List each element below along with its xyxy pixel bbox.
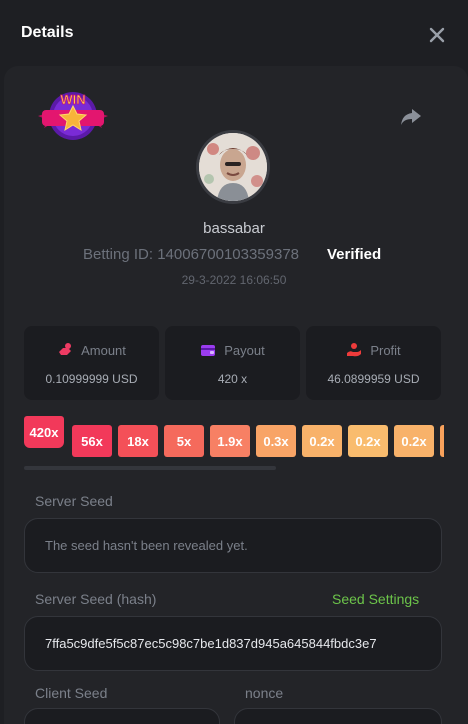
multiplier-chip: 0.2x [348,425,388,457]
multiplier-chip-partial [440,425,444,457]
payout-value: 420 x [217,372,248,386]
payout-label: Payout [224,342,265,358]
win-badge-text: WIN [60,92,85,107]
coin-hand-icon [59,343,72,355]
nonce-field[interactable] [234,708,442,724]
profit-value: 46.0899959 USD [327,372,420,386]
multiplier-scrollbar[interactable] [24,466,276,470]
amount-value: 0.10999999 USD [45,372,138,386]
betting-id: Betting ID: 14006700103359378 [83,246,300,263]
multiplier-chip: 5x [164,425,204,457]
multiplier-chip: 0.3x [256,425,296,457]
profit-label: Profit [370,342,401,358]
server-seed-hash-value[interactable]: 7ffa5c9dfe5f5c87ec5c98c7be1d837d945a6458… [45,617,377,670]
server-seed-label: Server Seed [35,493,113,509]
multiplier-chip: 0.2x [394,425,434,457]
nonce-label: nonce [245,685,284,701]
avatar-image [199,133,267,201]
modal-title: Details [21,24,74,41]
client-seed-field[interactable] [24,708,220,724]
multiplier-chip: 56x [72,425,112,457]
server-seed-value: The seed hasn't been revealed yet. [45,538,248,553]
username: bassabar [203,220,265,237]
bet-date: 29-3-2022 16:06:50 [181,273,287,287]
modal-header: Details [0,0,468,66]
amount-label: Amount [81,342,126,358]
hand-coin-icon [347,343,362,357]
details-modal: Details WIN bassabar Betting ID: 1400670… [0,0,468,724]
profit-stat: Profit 46.0899959 USD [306,326,441,400]
avatar-portrait-icon [199,133,267,201]
server-seed-hash-field[interactable]: 7ffa5c9dfe5f5c87ec5c98c7be1d837d945a6458… [24,616,442,671]
amount-stat: Amount 0.10999999 USD [24,326,159,400]
multiplier-chip: 1.9x [210,425,250,457]
multiplier-chip: 420x [24,416,64,448]
verified-link[interactable]: Verified [327,246,381,263]
avatar [196,130,270,204]
multiplier-chip: 0.2x [302,425,342,457]
server-seed-field: The seed hasn't been revealed yet. [24,518,442,573]
seed-settings-link[interactable]: Seed Settings [332,591,419,607]
multiplier-row[interactable]: 420x 56x 18x 5x 1.9x 0.3x 0.2x 0.2x 0.2x [24,416,444,460]
wallet-icon [201,345,216,356]
payout-stat: Payout 420 x [165,326,300,400]
share-icon[interactable] [398,104,424,130]
multiplier-chip: 18x [118,425,158,457]
server-seed-hash-label: Server Seed (hash) [35,591,157,607]
win-badge-icon: WIN [38,92,108,140]
client-seed-label: Client Seed [35,685,108,701]
close-icon[interactable] [426,24,448,46]
